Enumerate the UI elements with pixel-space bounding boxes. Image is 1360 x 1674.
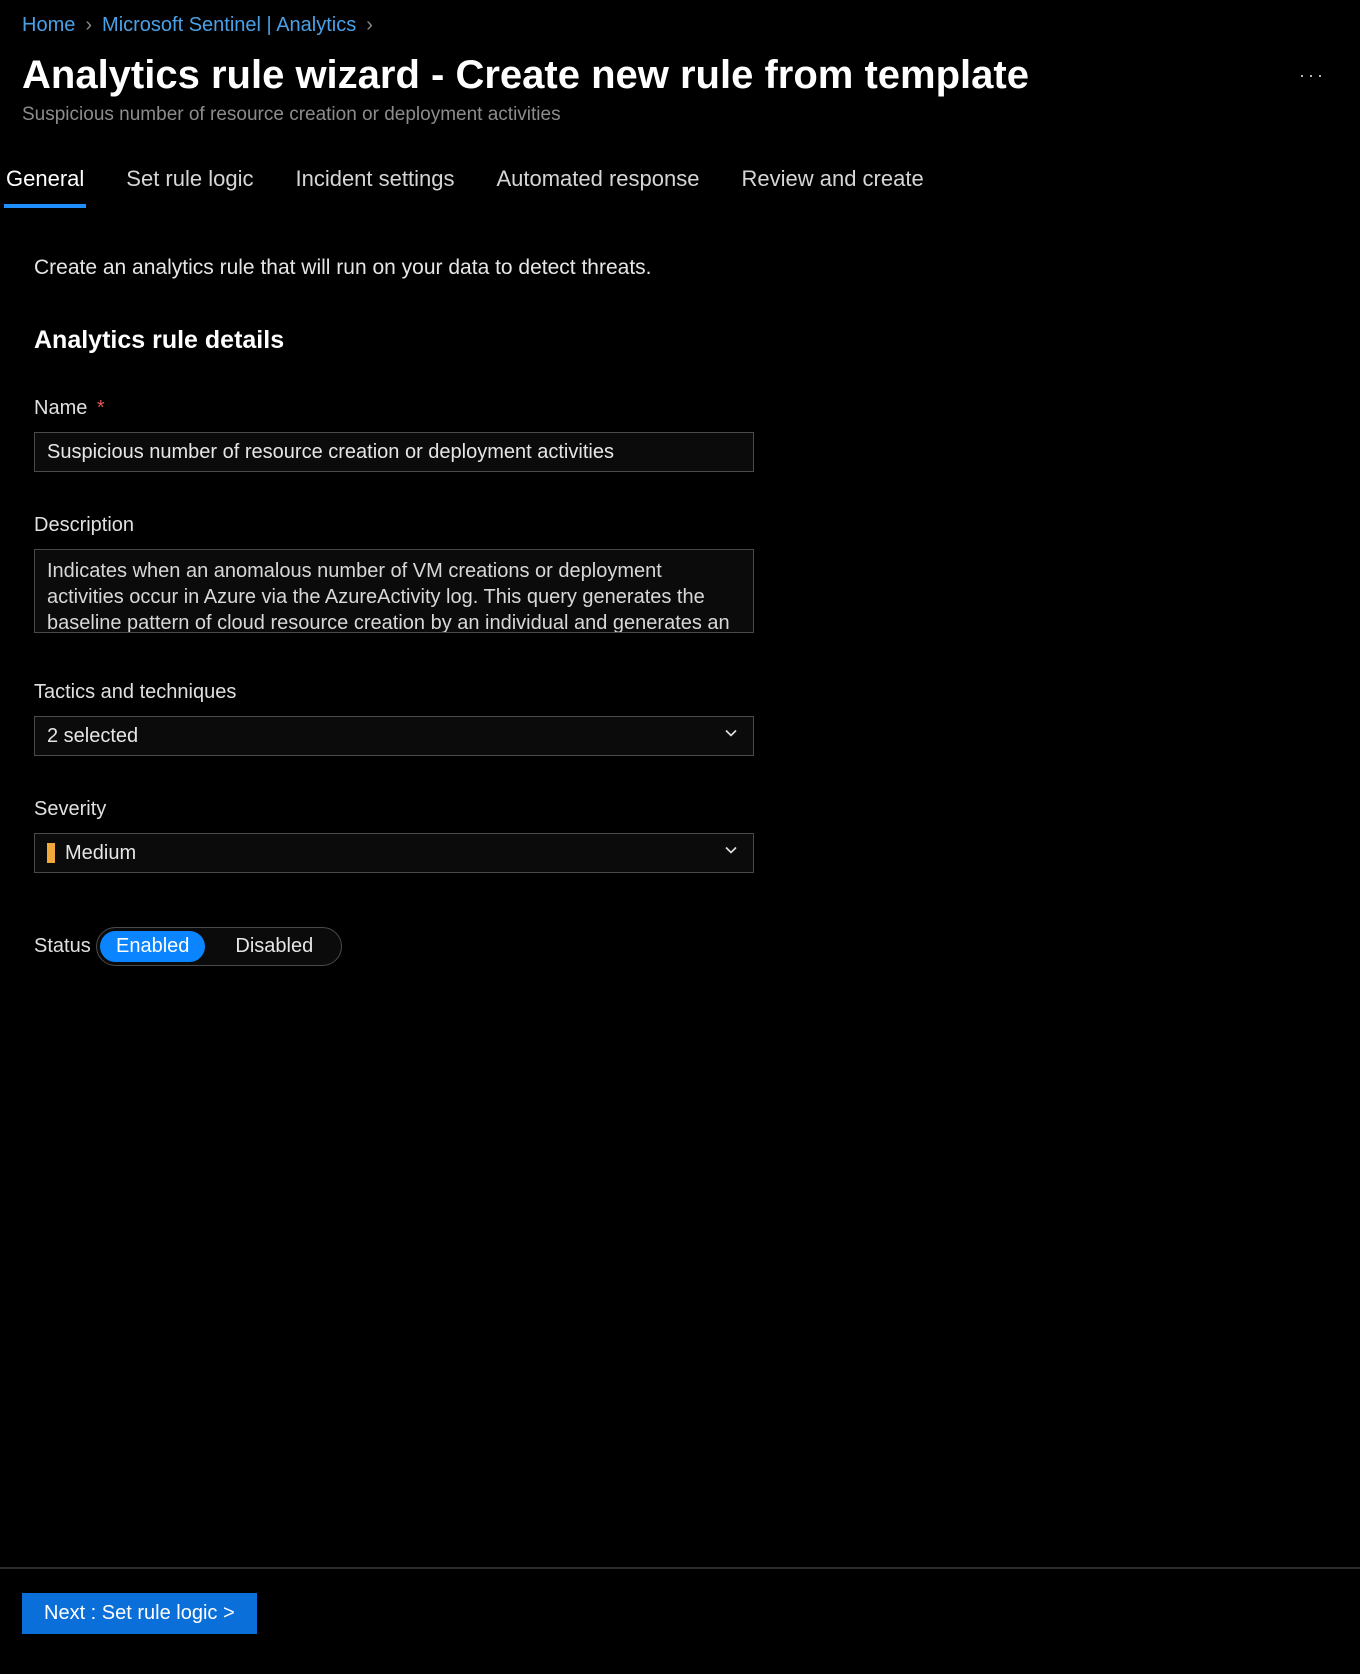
more-actions-icon[interactable]: ···	[1287, 65, 1338, 86]
status-option-disabled[interactable]: Disabled	[219, 931, 329, 962]
tab-automated-response[interactable]: Automated response	[494, 156, 701, 208]
severity-label: Severity	[34, 798, 106, 820]
page-title: Analytics rule wizard - Create new rule …	[22, 53, 1029, 98]
description-textarea[interactable]: Indicates when an anomalous number of VM…	[34, 549, 754, 633]
tactics-label: Tactics and techniques	[34, 681, 236, 703]
status-label: Status	[34, 935, 91, 957]
field-name: Name *	[34, 397, 754, 472]
tab-set-rule-logic[interactable]: Set rule logic	[124, 156, 255, 208]
next-button[interactable]: Next : Set rule logic >	[22, 1593, 257, 1634]
name-label-text: Name	[34, 397, 87, 419]
breadcrumb: Home › Microsoft Sentinel | Analytics ›	[0, 0, 1360, 37]
chevron-down-icon	[721, 840, 741, 866]
breadcrumb-sentinel-analytics[interactable]: Microsoft Sentinel | Analytics	[102, 14, 356, 37]
field-tactics: Tactics and techniques 2 selected	[34, 681, 754, 756]
required-mark: *	[97, 397, 105, 419]
tactics-selected-text: 2 selected	[47, 725, 138, 748]
page-header: Analytics rule wizard - Create new rule …	[0, 37, 1360, 98]
tab-panel-general: Create an analytics rule that will run o…	[0, 208, 1360, 1567]
tab-review-create[interactable]: Review and create	[739, 156, 925, 208]
wizard-tabs: General Set rule logic Incident settings…	[0, 126, 1360, 208]
severity-select[interactable]: Medium	[34, 833, 754, 873]
severity-value: Medium	[65, 842, 136, 864]
tab-general[interactable]: General	[4, 156, 86, 208]
tab-incident-settings[interactable]: Incident settings	[293, 156, 456, 208]
name-input[interactable]	[34, 432, 754, 472]
wizard-footer: Next : Set rule logic >	[0, 1567, 1360, 1674]
chevron-right-icon: ›	[366, 14, 373, 37]
field-status: Status Enabled Disabled	[34, 915, 754, 966]
chevron-right-icon: ›	[85, 14, 92, 37]
severity-value-wrap: Medium	[47, 842, 136, 865]
section-title: Analytics rule details	[34, 326, 1326, 355]
page-subtitle: Suspicious number of resource creation o…	[0, 98, 1360, 126]
name-label: Name *	[34, 397, 105, 419]
status-option-enabled[interactable]: Enabled	[100, 931, 205, 962]
field-description: Description Indicates when an anomalous …	[34, 514, 754, 639]
status-toggle: Enabled Disabled	[96, 927, 342, 966]
tactics-select[interactable]: 2 selected	[34, 716, 754, 756]
chevron-down-icon	[721, 723, 741, 749]
field-severity: Severity Medium	[34, 798, 754, 873]
description-label: Description	[34, 514, 134, 536]
breadcrumb-home[interactable]: Home	[22, 14, 75, 37]
intro-text: Create an analytics rule that will run o…	[34, 256, 1326, 280]
severity-color-chip	[47, 843, 55, 863]
